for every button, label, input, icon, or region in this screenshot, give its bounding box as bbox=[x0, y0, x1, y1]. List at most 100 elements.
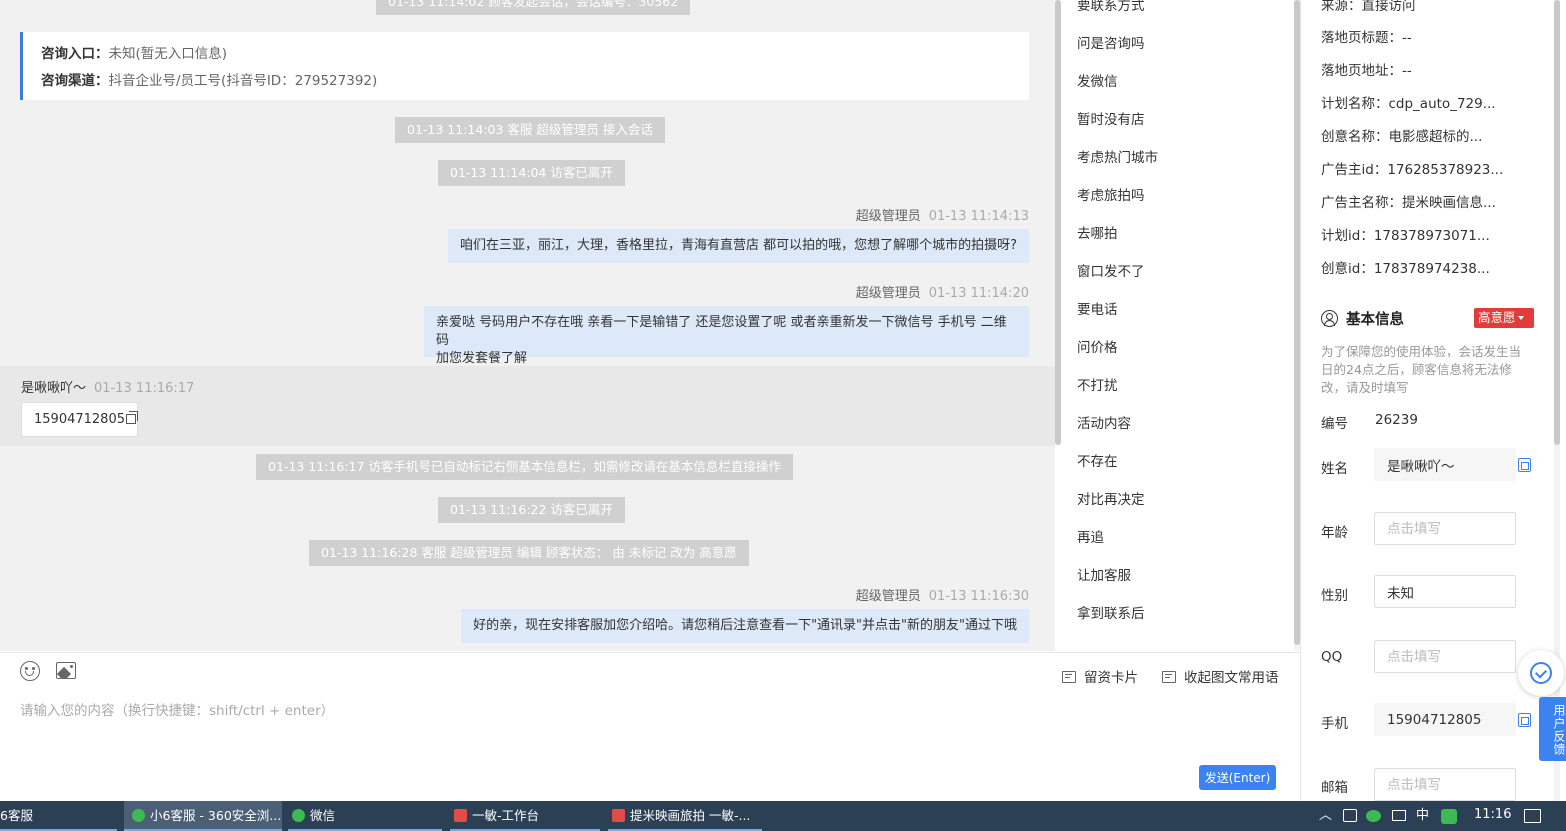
message-meta: 超级管理员 01-13 11:16:30 bbox=[856, 585, 1029, 604]
age-label: 年龄 bbox=[1321, 525, 1348, 541]
quick-phrases-panel: 要联系方式 问是咨询吗 发微信 暂时没有店 考虑热门城市 考虑旅拍吗 去哪拍 窗… bbox=[1061, 0, 1294, 651]
phone-field[interactable] bbox=[1374, 703, 1516, 736]
gender-label: 性别 bbox=[1321, 588, 1348, 604]
email-field[interactable] bbox=[1374, 768, 1516, 801]
send-button[interactable]: 发送(Enter) bbox=[1199, 765, 1276, 790]
lead-card-button[interactable]: 留资卡片 bbox=[1062, 666, 1138, 686]
source-info-line: 落地页地址：-- bbox=[1321, 63, 1412, 79]
channel-label: 咨询渠道： bbox=[41, 73, 109, 89]
visitor-message-bubble: 15904712805 bbox=[21, 402, 138, 437]
sender-name: 超级管理员 bbox=[855, 209, 921, 224]
source-info-line: 计划id：178378973071... bbox=[1321, 228, 1490, 244]
id-value: 26239 bbox=[1375, 412, 1418, 428]
consult-entry-card: 咨询入口：未知(暂无入口信息) 咨询渠道：抖音企业号/员工号(抖音号ID：279… bbox=[20, 32, 1029, 100]
system-message: 01-13 11:16:22 访客已离开 bbox=[438, 497, 625, 523]
source-info-line: 广告主名称：提米映画信息... bbox=[1321, 195, 1496, 211]
phrase-item[interactable]: 让加客服 bbox=[1077, 564, 1131, 584]
phrase-item[interactable]: 再追 bbox=[1077, 526, 1104, 546]
sender-name: 超级管理员 bbox=[855, 589, 921, 604]
agent-message-bubble: 亲爱哒 号码用户不存在哦 亲看一下是输错了 还是您设置了呢 或者亲重新发一下微信… bbox=[424, 306, 1029, 366]
source-info-line: 计划名称：cdp_auto_729... bbox=[1321, 96, 1496, 112]
message-composer: 留资卡片 收起图文常用语 发送(Enter) bbox=[0, 652, 1300, 801]
phrase-item[interactable]: 考虑热门城市 bbox=[1077, 146, 1158, 166]
phrase-item[interactable]: 不打扰 bbox=[1077, 374, 1118, 394]
system-message: 01-13 11:14:03 客服 超级管理员 接入会话 bbox=[395, 117, 665, 143]
phrase-item[interactable]: 不存在 bbox=[1077, 450, 1118, 470]
entry-label: 咨询入口： bbox=[41, 46, 109, 62]
chat-panel: 01-13 11:14:02 顾客发起会话，会话编号：30562 咨询入口：未知… bbox=[0, 0, 1055, 651]
user-icon bbox=[1321, 310, 1338, 327]
basic-info-heading: 基本信息 bbox=[1321, 308, 1404, 329]
caret-down-icon bbox=[1517, 316, 1524, 320]
qq-label: QQ bbox=[1321, 649, 1343, 665]
notification-icon[interactable] bbox=[1524, 809, 1541, 823]
wechat-icon bbox=[292, 809, 305, 822]
agent-message-bubble: 好的亲，现在安排客服加您介绍哈。请您稍后注意查看一下"通讯录"并点击"新的朋友"… bbox=[461, 609, 1029, 643]
name-field[interactable] bbox=[1374, 448, 1516, 481]
network-icon[interactable] bbox=[1392, 810, 1406, 821]
source-info-line: 创意名称：电影感超标的... bbox=[1321, 129, 1483, 145]
scrollbar-thumb[interactable] bbox=[1554, 0, 1560, 445]
sender-name: 超级管理员 bbox=[855, 286, 921, 301]
agent-message-bubble: 咱们在三亚，丽江，大理，香格里拉，青海有直营店 都可以拍的哦，您想了解哪个城市的… bbox=[447, 229, 1029, 263]
taskbar-item-pdf[interactable]: 一敏-工作台 bbox=[450, 801, 600, 831]
pdf-icon bbox=[454, 809, 467, 822]
message-meta: 超级管理员 01-13 11:14:13 bbox=[856, 205, 1029, 224]
browser-icon bbox=[132, 809, 145, 822]
taskbar-item-browser[interactable]: 小6客服 - 360安全浏... bbox=[124, 801, 282, 831]
clock[interactable]: 11:16 bbox=[1474, 801, 1511, 831]
sogou-icon[interactable] bbox=[1441, 809, 1457, 824]
system-message: 01-13 11:16:17 访客手机号已自动标记右侧基本信息栏，如需修改请在基… bbox=[256, 454, 793, 480]
phrases-icon bbox=[1162, 671, 1176, 683]
phrase-item[interactable]: 发微信 bbox=[1077, 70, 1118, 90]
entry-value: 未知(暂无入口信息) bbox=[108, 46, 228, 62]
phrase-item[interactable]: 窗口发不了 bbox=[1077, 260, 1145, 280]
visitor-name: 是啾啾吖～ bbox=[21, 381, 87, 396]
message-time: 01-13 11:14:20 bbox=[928, 286, 1029, 301]
assistant-badge-icon[interactable] bbox=[1518, 650, 1564, 696]
user-feedback-tab[interactable]: 用户反馈 bbox=[1539, 697, 1566, 761]
taskbar-item-pdf[interactable]: 提米映画旅拍 一敏-... bbox=[608, 801, 762, 831]
copy-icon[interactable] bbox=[125, 411, 138, 424]
copy-icon[interactable] bbox=[1518, 458, 1531, 472]
source-info-line: 落地页标题：-- bbox=[1321, 30, 1412, 46]
ime-indicator[interactable]: 中 bbox=[1416, 801, 1429, 831]
phrase-item[interactable]: 问是咨询吗 bbox=[1077, 32, 1145, 52]
source-info-line: 来源：直接访问 bbox=[1321, 0, 1416, 14]
phrase-item[interactable]: 考虑旅拍吗 bbox=[1077, 184, 1145, 204]
name-label: 姓名 bbox=[1321, 461, 1348, 477]
phrase-item[interactable]: 暂时没有店 bbox=[1077, 108, 1145, 128]
source-info-line: 创意id：178378974238... bbox=[1321, 261, 1490, 277]
edit-notice: 为了保障您的使用体验，会话发生当日的24点之后，顾客信息将无法修改，请及时填写 bbox=[1321, 344, 1522, 395]
intent-status-dropdown[interactable]: 高意愿 bbox=[1474, 308, 1534, 328]
phrase-item[interactable]: 拿到联系后 bbox=[1077, 602, 1145, 622]
taskbar-item-wechat[interactable]: 微信 bbox=[288, 801, 442, 831]
collapse-phrases-button[interactable]: 收起图文常用语 bbox=[1162, 666, 1279, 686]
show-hidden-icons[interactable]: ︿ bbox=[1319, 801, 1332, 831]
system-message: 01-13 11:14:02 顾客发起会话，会话编号：30562 bbox=[376, 0, 691, 15]
wechat-tray-icon[interactable] bbox=[1366, 810, 1381, 822]
phrase-item[interactable]: 去哪拍 bbox=[1077, 222, 1118, 242]
phrase-item[interactable]: 对比再决定 bbox=[1077, 488, 1145, 508]
message-input[interactable] bbox=[20, 699, 1270, 759]
message-meta: 是啾啾吖～ 01-13 11:16:17 bbox=[21, 377, 194, 396]
gender-select[interactable] bbox=[1374, 575, 1516, 608]
taskbar-item[interactable]: 6客服 bbox=[0, 801, 117, 831]
emoji-icon[interactable] bbox=[20, 661, 40, 681]
message-time: 01-13 11:16:17 bbox=[94, 381, 195, 396]
phrase-item[interactable]: 问价格 bbox=[1077, 336, 1118, 356]
copy-icon[interactable] bbox=[1518, 713, 1531, 727]
phrase-item[interactable]: 要电话 bbox=[1077, 298, 1118, 318]
message-time: 01-13 11:14:13 bbox=[928, 209, 1029, 224]
phrase-item[interactable]: 活动内容 bbox=[1077, 412, 1131, 432]
pdf-icon bbox=[612, 809, 625, 822]
card-icon bbox=[1062, 671, 1076, 683]
qq-field[interactable] bbox=[1374, 640, 1516, 673]
security-icon[interactable] bbox=[1343, 809, 1357, 822]
windows-taskbar: 6客服 小6客服 - 360安全浏... 微信 一敏-工作台 提米映画旅拍 一敏… bbox=[0, 801, 1566, 831]
age-field[interactable] bbox=[1374, 512, 1516, 545]
message-time: 01-13 11:16:30 bbox=[928, 589, 1029, 604]
phrase-item[interactable]: 要联系方式 bbox=[1077, 0, 1145, 14]
system-message: 01-13 11:14:04 访客已离开 bbox=[438, 160, 625, 186]
image-icon[interactable] bbox=[56, 662, 76, 679]
